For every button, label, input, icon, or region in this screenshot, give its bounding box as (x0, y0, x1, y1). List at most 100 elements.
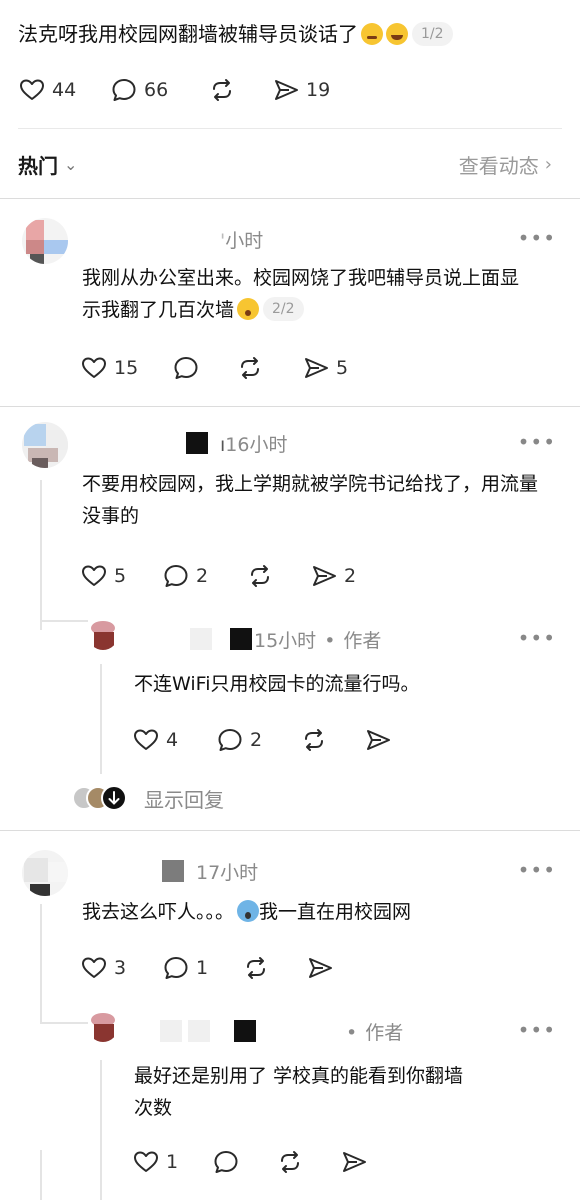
comment-text: 不要用校园网，我上学期就被学院书记给找了，用流量没事的 (82, 468, 552, 532)
avatar-image (22, 218, 68, 264)
thread-connector (40, 1022, 88, 1024)
repost-button[interactable] (276, 1148, 340, 1176)
reply-meta: • 作者 (160, 1018, 403, 1045)
comment-actions: 5 2 2 (80, 560, 356, 592)
reply-meta: 15小时 • 作者 (190, 626, 381, 653)
repost-icon (208, 76, 236, 104)
comment-icon (172, 354, 200, 382)
repost-button[interactable] (246, 562, 310, 590)
more-icon[interactable]: ••• (518, 626, 556, 650)
thread-line (40, 904, 42, 1024)
more-icon[interactable]: ••• (518, 1018, 556, 1042)
repost-button[interactable] (300, 726, 364, 754)
author-tag: 作者 (365, 1022, 404, 1044)
divider (18, 128, 562, 129)
thread-connector (40, 620, 88, 622)
comment-actions: 15 5 (80, 352, 348, 384)
repost-button[interactable] (236, 354, 302, 382)
reply-button[interactable] (212, 1148, 276, 1176)
more-icon[interactable]: ••• (518, 858, 556, 882)
reply-button[interactable]: 2 (216, 726, 300, 754)
share-count: 5 (336, 357, 349, 379)
repost-button[interactable] (242, 954, 306, 982)
comment-icon (110, 76, 138, 104)
reply-button[interactable] (172, 354, 236, 382)
avatar-image (22, 850, 68, 896)
show-replies-link[interactable]: 显示回复 (144, 784, 224, 813)
reply-button[interactable]: 2 (162, 562, 246, 590)
send-icon (272, 76, 300, 104)
chevron-down-icon: ⌄ (64, 155, 78, 174)
reply-count: 1 (196, 957, 209, 979)
more-icon[interactable]: ••• (518, 430, 556, 454)
reply-text: 不连WiFi只用校园卡的流量行吗。 (134, 668, 419, 700)
repost-button[interactable] (208, 76, 272, 104)
author-tag: 作者 (343, 630, 382, 652)
post-title-text: 法克呀我用校园网翻墙被辅导员谈话了 (18, 22, 358, 46)
section-divider (0, 830, 580, 831)
send-icon (306, 954, 334, 982)
reply-button[interactable]: 1 (162, 954, 242, 982)
avatar[interactable] (22, 422, 68, 468)
comment-actions: 3 1 (80, 952, 334, 984)
like-button[interactable]: 4 (132, 726, 216, 754)
like-count: 3 (114, 957, 127, 979)
like-button[interactable]: 15 (80, 354, 172, 382)
section-divider (0, 406, 580, 407)
avatar[interactable] (88, 620, 118, 650)
laughing-emoji-icon (386, 23, 408, 45)
stacked-avatars (72, 785, 127, 811)
more-icon[interactable]: ••• (518, 226, 556, 250)
repost-icon (246, 562, 274, 590)
share-button[interactable]: 19 (272, 76, 330, 104)
view-activity-label: 查看动态 (458, 154, 539, 178)
share-button[interactable]: 2 (310, 562, 356, 590)
avatar[interactable] (22, 850, 68, 896)
sort-dropdown[interactable]: 热门 ⌄ (18, 150, 77, 179)
reply-actions: 1 (132, 1146, 368, 1178)
comment-text: 我去这么吓人。。。 我一直在用校园网 (82, 896, 411, 928)
comment-count: 66 (144, 79, 169, 101)
flushed-emoji-icon (237, 298, 260, 320)
like-button[interactable]: 5 (80, 562, 162, 590)
page-indicator: 2/2 (263, 297, 304, 321)
like-button[interactable]: 3 (80, 954, 162, 982)
thread-line (100, 1060, 102, 1200)
share-button[interactable]: 5 (302, 354, 348, 382)
share-count: 2 (344, 565, 357, 587)
share-count: 19 (306, 79, 331, 101)
reply-body: 最好还是别用了 学校真的能看到你翻墙次数 (134, 1065, 464, 1119)
avatar-image (88, 1012, 118, 1042)
avatar[interactable] (22, 218, 68, 264)
comment-button[interactable]: 66 (110, 76, 208, 104)
avatar-image (22, 422, 68, 468)
reply-text: 最好还是别用了 学校真的能看到你翻墙次数 (134, 1060, 474, 1124)
reply-count: 2 (196, 565, 209, 587)
view-activity-link[interactable]: 查看动态 › (459, 150, 552, 179)
like-count: 1 (166, 1151, 179, 1173)
like-button[interactable]: 44 (18, 76, 110, 104)
avatar-image (88, 620, 118, 650)
like-button[interactable]: 1 (132, 1148, 212, 1176)
repost-icon (276, 1148, 304, 1176)
thread-line (100, 664, 102, 774)
section-divider (0, 198, 580, 199)
comment-body: 不要用校园网，我上学期就被学院书记给找了，用流量没事的 (82, 473, 539, 527)
comment-timestamp: '小时 (220, 230, 264, 252)
comment-icon (212, 1148, 240, 1176)
comment-text: 我刚从办公室出来。校园网饶了我吧辅导员说上面显示我翻了几百次墙 2/2 (82, 262, 522, 326)
send-icon (310, 562, 338, 590)
reply-count: 2 (250, 729, 263, 751)
post-actions: 44 66 19 (18, 74, 330, 106)
share-button[interactable] (364, 726, 392, 754)
sort-label: 热门 (18, 154, 58, 178)
comment-timestamp: ı16小时 (186, 430, 287, 457)
comment-icon (162, 562, 190, 590)
avatar[interactable] (88, 1012, 118, 1042)
share-button[interactable] (340, 1148, 368, 1176)
repost-icon (242, 954, 270, 982)
send-icon (302, 354, 330, 382)
redacted-block (234, 1020, 256, 1042)
share-button[interactable] (306, 954, 334, 982)
thread-line (40, 480, 42, 630)
